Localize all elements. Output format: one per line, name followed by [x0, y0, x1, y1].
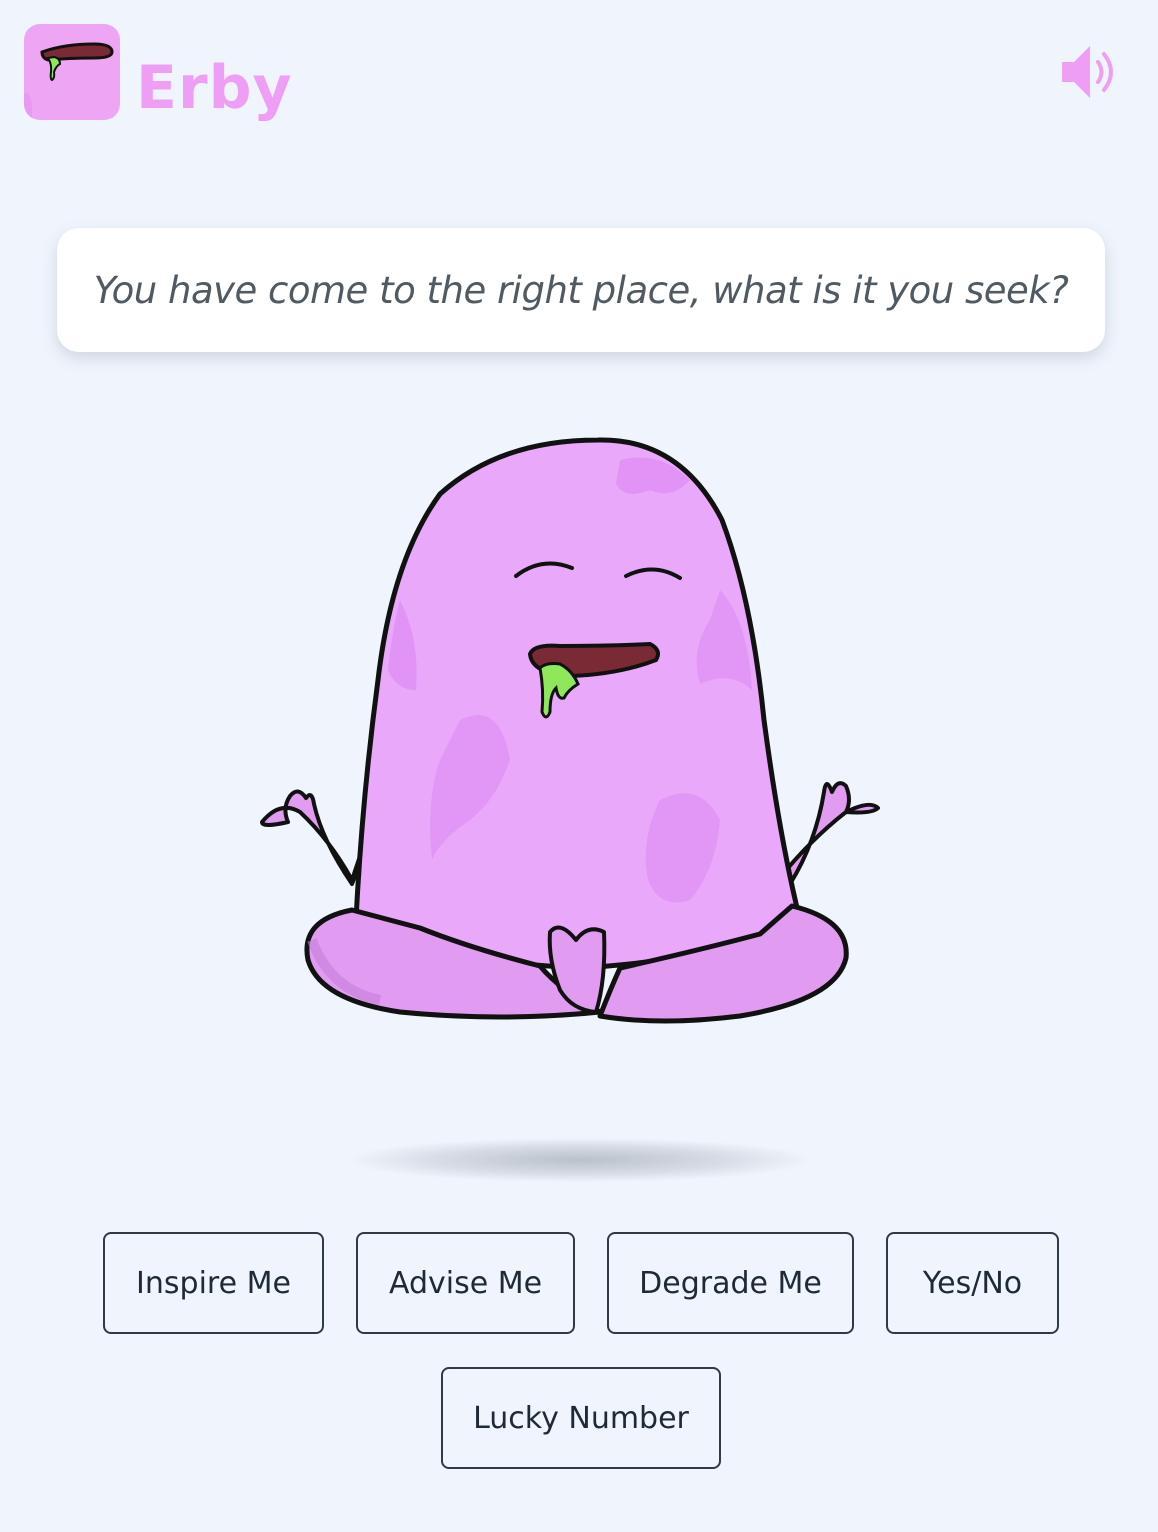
advise-me-button[interactable]: Advise Me [356, 1232, 575, 1334]
mascot-shadow [350, 1138, 810, 1182]
app-title: Erby [136, 53, 293, 123]
speaker-volume-icon[interactable] [1058, 40, 1122, 104]
degrade-me-button[interactable]: Degrade Me [607, 1232, 854, 1334]
lucky-number-button[interactable]: Lucky Number [441, 1367, 721, 1469]
inspire-me-button[interactable]: Inspire Me [103, 1232, 324, 1334]
erby-mascot-illustration[interactable] [250, 425, 900, 1045]
app-logo-icon [24, 24, 120, 120]
speech-bubble: You have come to the right place, what i… [57, 228, 1105, 352]
yes-no-button[interactable]: Yes/No [886, 1232, 1059, 1334]
speech-text: You have come to the right place, what i… [93, 268, 1069, 312]
